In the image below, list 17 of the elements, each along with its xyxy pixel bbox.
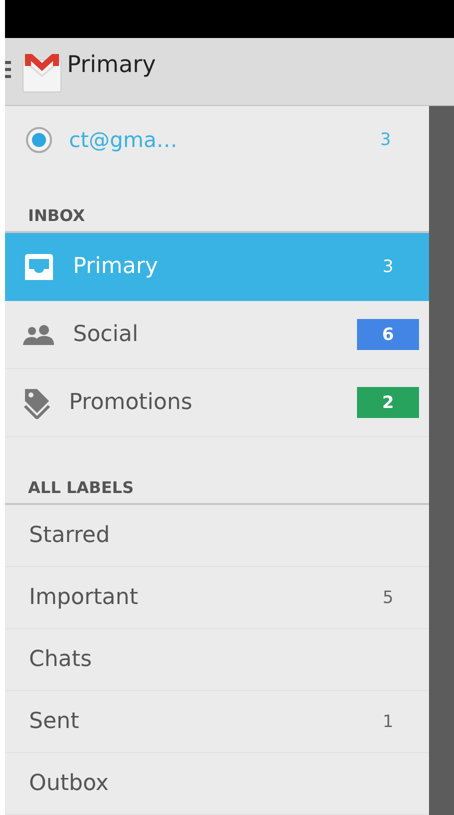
menu-icon[interactable]: [5, 58, 11, 78]
radio-button[interactable]: [25, 126, 53, 154]
inbox-item[interactable]: Social 6: [5, 301, 429, 369]
count-badge: 2: [357, 387, 419, 418]
account-email: ct@gma…: [69, 128, 178, 152]
section-heading: INBOX: [28, 206, 85, 225]
section-heading: ALL LABELS: [28, 478, 134, 497]
count-badge: 6: [357, 319, 419, 350]
unread-count: 5: [382, 588, 394, 608]
inbox-tray-icon: [23, 252, 55, 280]
people-icon: [23, 324, 55, 344]
app-bar-title: Primary: [67, 52, 156, 78]
tag-icon: [23, 386, 51, 418]
unread-count: 3: [380, 130, 391, 150]
unread-count: 3: [382, 256, 394, 276]
inbox-item[interactable]: Promotions 2: [5, 369, 429, 437]
unread-count: 1: [382, 712, 394, 732]
